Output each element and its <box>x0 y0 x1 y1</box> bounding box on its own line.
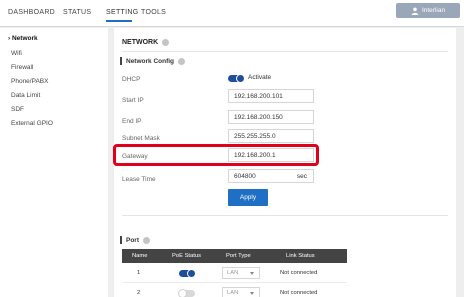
port-name: 1 <box>137 270 141 276</box>
nav-status[interactable]: STATUS <box>63 9 91 16</box>
table-header: Name PoE Status Port Type Link Status <box>122 249 347 263</box>
start-ip-label: Start IP <box>122 97 144 104</box>
apply-button[interactable]: Apply <box>228 189 268 206</box>
dhcp-activate-label: Activate <box>248 74 272 81</box>
sidebar-item-external-gpio[interactable]: External GPIO <box>11 120 53 127</box>
gateway-field[interactable]: 192.168.200.1 <box>228 148 314 162</box>
port-type-select[interactable]: LAN <box>222 267 260 279</box>
col-port-type: Port Type <box>226 253 251 259</box>
end-ip-label: End IP <box>122 118 142 125</box>
toggle-knob <box>236 73 245 83</box>
section-port: Port <box>120 236 150 244</box>
section-network-config: Network Config <box>120 57 186 65</box>
page-title: NETWORK <box>122 39 170 46</box>
active-tab-indicator <box>106 20 132 22</box>
lease-unit: sec <box>296 172 307 180</box>
help-icon[interactable] <box>162 39 170 46</box>
divider <box>122 215 448 216</box>
toggle-knob <box>187 268 196 278</box>
subnet-mask-field[interactable]: 255.255.255.0 <box>228 129 314 143</box>
lease-time-field[interactable]: 604800 sec <box>228 169 314 183</box>
help-icon[interactable] <box>178 57 186 65</box>
help-icon[interactable] <box>143 236 150 244</box>
chevron-down-icon <box>250 292 254 295</box>
poe-toggle[interactable] <box>179 268 196 278</box>
sidebar: › Network Wifi Firewall Phone/PABX Data … <box>0 28 108 297</box>
user-name: Interlian <box>421 7 446 14</box>
subnet-mask-label: Subnet Mask <box>122 135 160 142</box>
end-ip-field[interactable]: 192.168.200.150 <box>228 110 314 124</box>
nav-setting[interactable]: SETTING <box>106 9 138 16</box>
section-bar <box>120 236 122 244</box>
divider <box>122 51 448 52</box>
sidebar-item-data-limit[interactable]: Data Limit <box>11 92 40 99</box>
top-nav: DASHBOARD STATUS SETTING TOOLS Interlian <box>0 0 464 27</box>
start-ip-field[interactable]: 192.168.200.101 <box>228 89 314 103</box>
user-menu-button[interactable]: Interlian <box>396 3 460 18</box>
nav-dashboard[interactable]: DASHBOARD <box>8 9 55 16</box>
user-icon <box>411 7 419 15</box>
nav-tools[interactable]: TOOLS <box>141 9 166 16</box>
chevron-down-icon <box>250 272 254 275</box>
toggle-knob <box>178 288 187 297</box>
col-link-status: Link Status <box>286 253 315 259</box>
port-type-select[interactable]: LAN <box>222 287 260 297</box>
gateway-label: Gateway <box>122 153 148 160</box>
section-bar <box>120 57 122 65</box>
network-card: NETWORK Network Config DHCP Activate Sta… <box>113 28 456 297</box>
sidebar-item-sdf[interactable]: SDF <box>11 106 24 113</box>
table-row: 1 LAN Not connected <box>122 263 347 283</box>
col-poe-status: PoE Status <box>172 253 202 259</box>
sidebar-item-phone-pabx[interactable]: Phone/PABX <box>11 78 48 85</box>
sidebar-item-label: Network <box>11 35 38 42</box>
sidebar-item-firewall[interactable]: Firewall <box>11 64 33 71</box>
dhcp-toggle[interactable] <box>228 73 245 83</box>
port-name: 2 <box>137 290 141 296</box>
table-row: 2 LAN Not connected <box>122 283 347 297</box>
col-name: Name <box>132 253 148 259</box>
poe-toggle[interactable] <box>178 288 195 297</box>
link-status: Not connected <box>280 270 318 276</box>
sidebar-item-network[interactable]: › Network <box>8 35 38 42</box>
dhcp-label: DHCP <box>122 76 141 83</box>
link-status: Not connected <box>280 290 318 296</box>
sidebar-item-wifi[interactable]: Wifi <box>11 50 22 57</box>
lease-time-label: Lease Time <box>122 176 156 183</box>
